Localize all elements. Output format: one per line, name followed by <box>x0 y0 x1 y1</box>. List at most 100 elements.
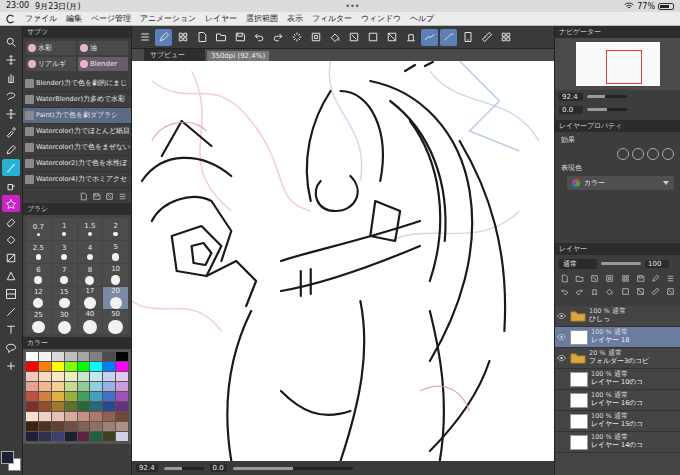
save-icon[interactable] <box>92 192 101 201</box>
brush-size-option[interactable]: 2 <box>103 218 128 240</box>
color-swatch[interactable] <box>116 352 128 361</box>
color-swatch[interactable] <box>103 432 115 441</box>
color-swatch[interactable] <box>52 382 64 391</box>
brush-size-option[interactable]: 50 <box>103 310 128 334</box>
clear-icon[interactable] <box>590 274 599 283</box>
color-swatch[interactable] <box>39 352 51 361</box>
color-swatch[interactable] <box>90 382 102 391</box>
color-swatch[interactable] <box>52 432 64 441</box>
color-swatch[interactable] <box>52 362 64 371</box>
command-button[interactable] <box>421 29 438 46</box>
subtool-group-tab[interactable]: 水彩 <box>26 41 76 55</box>
deselect-icon[interactable] <box>621 287 630 296</box>
layer-row[interactable]: 20 % 通常 フォルダー3のコピ <box>555 348 680 369</box>
color-swatch[interactable] <box>65 382 77 391</box>
menu-item[interactable]: レイヤー <box>205 13 237 24</box>
fill-icon[interactable] <box>605 287 614 296</box>
file-icon[interactable] <box>79 192 88 201</box>
subtool-group-tab[interactable]: リアルギ <box>26 57 76 71</box>
transform-icon[interactable] <box>605 274 614 283</box>
navigator-preview[interactable] <box>555 38 680 90</box>
color-swatch[interactable] <box>90 362 102 371</box>
panel-title[interactable]: ナビゲーター <box>559 27 601 37</box>
subtool-group-tab[interactable]: 油 <box>78 41 128 55</box>
save-icon[interactable] <box>636 274 645 283</box>
command-button[interactable] <box>174 29 191 46</box>
color-swatch[interactable] <box>52 402 64 411</box>
file-icon[interactable] <box>560 274 569 283</box>
color-swatch[interactable] <box>26 372 38 381</box>
color-swatch[interactable] <box>39 422 51 431</box>
angle-slider[interactable] <box>587 108 627 111</box>
brush-size-option[interactable]: 25 <box>26 310 51 334</box>
undo-icon[interactable] <box>560 287 569 296</box>
subtool-item[interactable]: Watercolor)力で色をまぜない <box>23 140 131 156</box>
invert-icon[interactable] <box>636 287 645 296</box>
color-swatch[interactable] <box>90 352 102 361</box>
tool-button[interactable] <box>2 231 20 248</box>
color-swatch[interactable] <box>26 352 38 361</box>
visibility-toggle[interactable] <box>555 313 567 319</box>
command-button[interactable] <box>212 29 229 46</box>
color-swatch[interactable] <box>116 422 128 431</box>
command-button[interactable] <box>364 29 381 46</box>
command-button[interactable] <box>250 29 267 46</box>
subtool-item[interactable]: Watercolor)力でほとんど紙目 <box>23 124 131 140</box>
menu-item[interactable]: ウィンドウ <box>361 13 401 24</box>
layer-row[interactable]: 100 % 通常 ひしっ <box>555 306 680 327</box>
color-swatch[interactable] <box>116 402 128 411</box>
angle-value[interactable]: 0.0 <box>210 464 227 472</box>
color-swatch[interactable] <box>90 392 102 401</box>
pen-icon[interactable] <box>651 274 660 283</box>
tool-button[interactable] <box>2 87 20 104</box>
color-swatch[interactable] <box>65 402 77 411</box>
subtool-item[interactable]: Watercolor4)力でホミアクセ <box>23 172 131 188</box>
effect-button[interactable] <box>632 148 644 160</box>
angle-slider[interactable] <box>233 467 353 470</box>
color-swatch[interactable] <box>78 422 90 431</box>
subtool-item[interactable]: WaterBlender)力多めで水彩 <box>23 92 131 108</box>
brush-size-option[interactable]: 6 <box>26 264 51 286</box>
angle-value[interactable]: 0.0 <box>559 106 583 114</box>
visibility-toggle[interactable] <box>555 334 567 340</box>
redo-icon[interactable] <box>575 287 584 296</box>
panel-title[interactable]: レイヤープロパティ <box>559 121 622 131</box>
command-button[interactable] <box>155 29 172 46</box>
color-swatch[interactable] <box>39 412 51 421</box>
color-swatch[interactable] <box>116 382 128 391</box>
color-swatch[interactable] <box>39 402 51 411</box>
menu-item[interactable]: 選択範囲 <box>246 13 278 24</box>
color-swatch[interactable] <box>116 372 128 381</box>
zoom-slider[interactable] <box>164 467 204 470</box>
menu-item[interactable]: 表示 <box>287 13 303 24</box>
panel-title[interactable]: レイヤー <box>559 244 587 254</box>
opacity-slider[interactable] <box>601 262 641 265</box>
tool-button[interactable] <box>2 213 20 230</box>
zoom-value[interactable]: 92.4 <box>559 93 583 101</box>
grid-icon[interactable] <box>621 274 630 283</box>
command-button[interactable] <box>440 29 457 46</box>
color-swatch[interactable] <box>39 392 51 401</box>
subtool-item[interactable]: Watercolor2)力で色を水性ぼ <box>23 156 131 172</box>
color-swatch[interactable] <box>78 362 90 371</box>
brush-size-option[interactable]: 4 <box>78 241 103 263</box>
color-swatch[interactable] <box>103 422 115 431</box>
color-swatch[interactable] <box>39 432 51 441</box>
visibility-toggle[interactable] <box>555 355 567 361</box>
tool-button[interactable] <box>2 357 20 374</box>
tool-button[interactable] <box>2 285 20 302</box>
layer-row[interactable]: 100 % 通常 レイヤー 15のコ <box>555 411 680 432</box>
color-swatch[interactable] <box>26 382 38 391</box>
menu-icon[interactable] <box>118 192 127 201</box>
brush-size-option[interactable]: 40 <box>78 310 103 334</box>
tool-button[interactable] <box>2 159 20 176</box>
tool-button[interactable] <box>2 141 20 158</box>
color-swatch[interactable] <box>78 352 90 361</box>
subtool-item[interactable]: Blender)力で色を劇的にまじ <box>23 76 131 92</box>
folder-icon[interactable] <box>575 274 584 283</box>
command-button[interactable] <box>307 29 324 46</box>
tool-button[interactable] <box>2 105 20 122</box>
color-swatch[interactable] <box>65 352 77 361</box>
command-button[interactable] <box>288 29 305 46</box>
view-frame[interactable] <box>606 50 642 84</box>
